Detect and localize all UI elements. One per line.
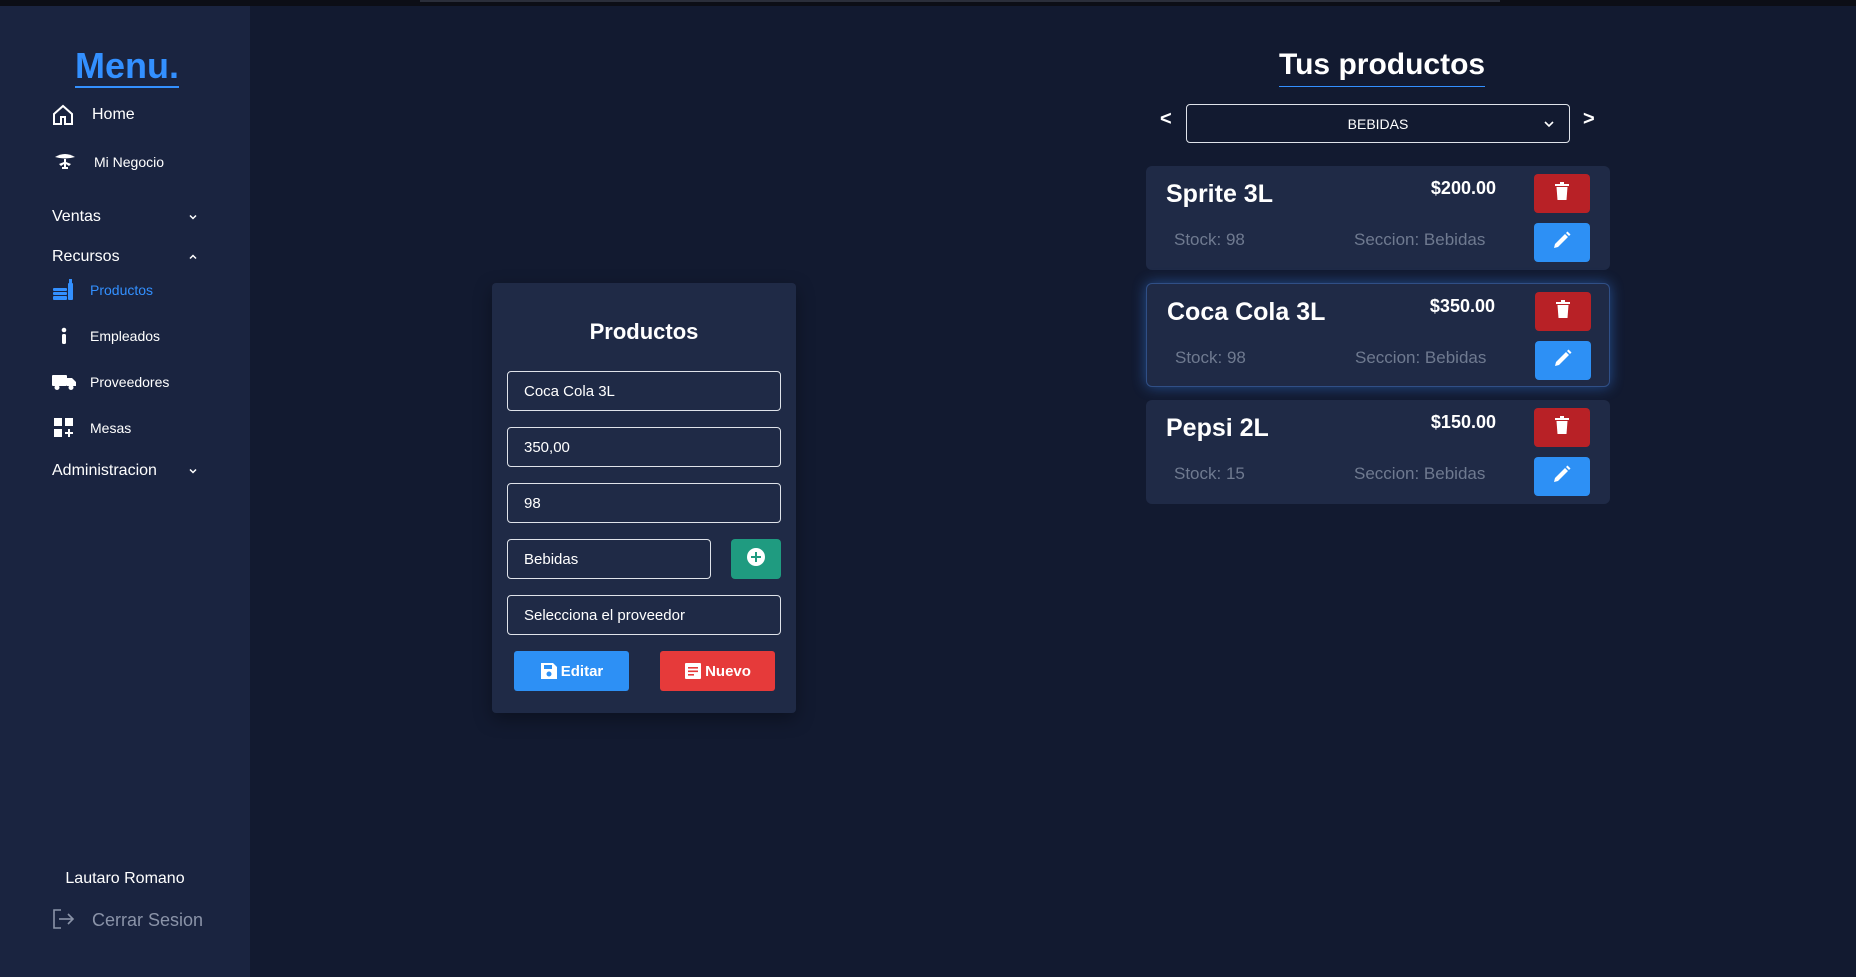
- edit-product-button[interactable]: [1535, 341, 1591, 380]
- chevron-up-icon: [188, 252, 198, 262]
- truck-icon: [52, 370, 76, 394]
- product-card[interactable]: Pepsi 2L $150.00 Stock: 15 Seccion: Bebi…: [1146, 400, 1610, 504]
- sidebar-item-productos[interactable]: Productos: [52, 278, 153, 302]
- edit-product-button[interactable]: [1534, 223, 1590, 262]
- product-card[interactable]: Sprite 3L $200.00 Stock: 98 Seccion: Beb…: [1146, 166, 1610, 270]
- product-name: Sprite 3L: [1166, 180, 1273, 208]
- plus-circle-icon: [746, 547, 766, 572]
- delete-button[interactable]: [1535, 292, 1591, 331]
- product-price: $350.00: [1429, 296, 1495, 316]
- category-select[interactable]: BEBIDAS: [1186, 104, 1570, 143]
- sidebar-item-empleados[interactable]: Empleados: [52, 324, 160, 348]
- trash-icon: [1556, 300, 1570, 323]
- sidebar-item-label: Empleados: [90, 328, 161, 344]
- nav-group-administracion[interactable]: Administracion: [52, 462, 198, 480]
- business-icon: [52, 149, 78, 175]
- product-stock: Stock: 98: [1175, 348, 1246, 367]
- prev-category-button[interactable]: <: [1160, 108, 1172, 131]
- nav-group-label: Recursos: [52, 248, 120, 265]
- next-category-button[interactable]: >: [1583, 108, 1595, 131]
- logout-icon: [52, 908, 76, 932]
- edit-product-button[interactable]: [1534, 457, 1590, 496]
- product-price: $200.00: [1430, 178, 1496, 198]
- product-stock: Stock: 15: [1174, 464, 1245, 483]
- delete-button[interactable]: [1534, 408, 1590, 447]
- product-name: Pepsi 2L: [1166, 414, 1269, 442]
- nav-group-label: Administracion: [52, 462, 157, 479]
- pencil-icon: [1554, 349, 1572, 372]
- nav-group-ventas[interactable]: Ventas: [52, 208, 198, 226]
- nav-item-home[interactable]: Home: [50, 102, 135, 128]
- product-section: Seccion: Bebidas: [1354, 464, 1486, 483]
- product-form-card: Productos Coca Cola 3L 350,00 98 Bebidas…: [492, 283, 796, 713]
- product-price-field[interactable]: 350,00: [507, 427, 781, 467]
- sidebar: Menu. Home Mi Negocio Ventas Recursos Pr…: [0, 6, 250, 977]
- products-list-title: Tus productos: [1279, 46, 1486, 87]
- chevron-down-icon: [1543, 118, 1555, 130]
- delete-button[interactable]: [1534, 174, 1590, 213]
- chevron-down-icon: [188, 212, 198, 222]
- new-button[interactable]: Nuevo: [660, 651, 775, 691]
- form-title: Productos: [589, 319, 699, 344]
- trash-icon: [1555, 416, 1569, 439]
- tables-icon: [52, 416, 76, 440]
- sidebar-item-label: Mesas: [90, 420, 132, 436]
- pencil-icon: [1553, 231, 1571, 254]
- add-section-button[interactable]: [731, 539, 781, 579]
- product-name: Coca Cola 3L: [1167, 298, 1326, 326]
- employee-icon: [52, 324, 76, 348]
- product-section: Seccion: Bebidas: [1354, 230, 1486, 249]
- product-price: $150.00: [1430, 412, 1496, 432]
- trash-icon: [1555, 182, 1569, 205]
- user-name: Lautaro Romano: [65, 870, 185, 887]
- product-section-field[interactable]: Bebidas: [507, 539, 711, 579]
- nav-item-mi-negocio[interactable]: Mi Negocio: [52, 149, 164, 175]
- nav-group-recursos[interactable]: Recursos: [52, 248, 198, 266]
- logout-button[interactable]: Cerrar Sesion: [52, 908, 203, 932]
- save-icon: [540, 662, 558, 680]
- sidebar-item-label: Productos: [90, 282, 154, 298]
- product-card[interactable]: Coca Cola 3L $350.00 Stock: 98 Seccion: …: [1146, 283, 1610, 387]
- edit-button[interactable]: Editar: [514, 651, 629, 691]
- product-section: Seccion: Bebidas: [1355, 348, 1487, 367]
- menu-title: Menu.: [75, 45, 179, 88]
- sidebar-item-proveedores[interactable]: Proveedores: [52, 370, 169, 394]
- nav-group-label: Ventas: [52, 208, 101, 225]
- edit-button-label: Editar: [560, 662, 604, 680]
- products-icon: [52, 278, 76, 302]
- provider-select[interactable]: Selecciona el proveedor: [507, 595, 781, 635]
- chevron-down-icon: [188, 466, 198, 476]
- category-select-value: BEBIDAS: [1347, 115, 1409, 132]
- new-button-label: Nuevo: [705, 662, 751, 680]
- sidebar-item-mesas[interactable]: Mesas: [52, 416, 131, 440]
- home-icon: [50, 102, 76, 128]
- document-icon: [684, 662, 702, 680]
- logout-label: Cerrar Sesion: [92, 909, 204, 930]
- window-top-bar: [0, 0, 1856, 6]
- product-stock-field[interactable]: 98: [507, 483, 781, 523]
- pencil-icon: [1553, 465, 1571, 488]
- product-stock: Stock: 98: [1174, 230, 1245, 249]
- sidebar-item-label: Proveedores: [90, 374, 170, 390]
- nav-item-label: Home: [92, 106, 135, 123]
- nav-item-label: Mi Negocio: [94, 154, 165, 170]
- product-name-field[interactable]: Coca Cola 3L: [507, 371, 781, 411]
